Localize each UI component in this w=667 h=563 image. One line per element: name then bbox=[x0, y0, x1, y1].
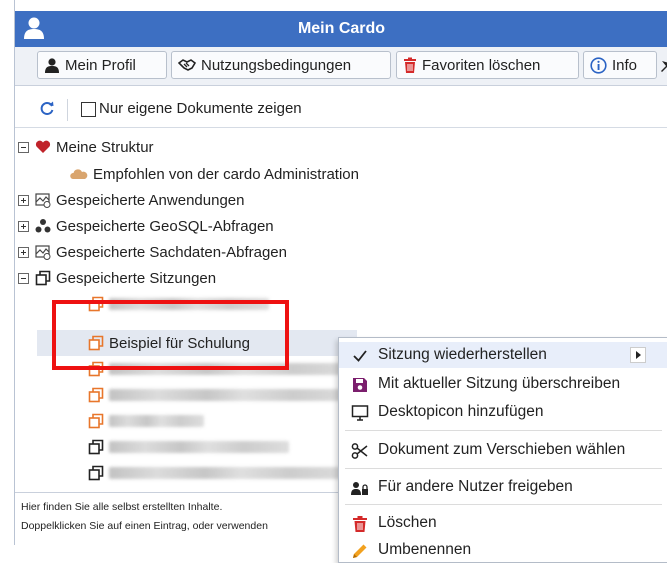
redacted-label bbox=[109, 441, 289, 453]
info-icon bbox=[590, 56, 607, 74]
redacted-label bbox=[109, 389, 354, 401]
tree-node-sitzungen[interactable]: Gespeicherte Sitzungen bbox=[18, 265, 216, 291]
expand-toggle[interactable] bbox=[18, 246, 29, 258]
monitor-icon bbox=[351, 405, 369, 421]
tree-label: Empfohlen von der cardo Administration bbox=[93, 165, 359, 183]
checkmark-icon bbox=[353, 350, 367, 362]
terms-label: Nutzungsbedingungen bbox=[201, 56, 352, 74]
pin-icon[interactable] bbox=[660, 59, 667, 73]
collapse-toggle[interactable] bbox=[18, 272, 29, 284]
menu-label: Mit aktueller Sitzung überschreiben bbox=[378, 375, 621, 392]
session-item-redacted[interactable] bbox=[88, 434, 289, 460]
menu-label: Desktopicon hinzufügen bbox=[378, 403, 544, 420]
session-item-redacted[interactable] bbox=[88, 460, 349, 486]
refresh-icon[interactable] bbox=[39, 100, 55, 116]
tree-node-geosql[interactable]: Gespeicherte GeoSQL-Abfragen bbox=[18, 213, 274, 239]
session-icon bbox=[88, 465, 104, 481]
terms-button[interactable]: Nutzungsbedingungen bbox=[171, 51, 391, 79]
scissors-icon bbox=[351, 443, 368, 459]
menu-item-restore-session[interactable]: Sitzung wiederherstellen bbox=[339, 342, 667, 368]
session-item-redacted[interactable] bbox=[88, 408, 204, 434]
window-title: Mein Cardo bbox=[297, 20, 386, 37]
menu-label: Löschen bbox=[378, 514, 437, 531]
collapse-toggle[interactable] bbox=[18, 141, 29, 153]
session-icon bbox=[35, 270, 51, 286]
my-profile-button[interactable]: Mein Profil bbox=[37, 51, 167, 79]
session-icon bbox=[88, 439, 104, 455]
map-icon bbox=[35, 193, 51, 208]
tree-label: Meine Struktur bbox=[56, 138, 154, 156]
cloud-icon bbox=[70, 169, 88, 179]
handshake-icon bbox=[178, 59, 196, 71]
tree-node-anwendungen[interactable]: Gespeicherte Anwendungen bbox=[18, 187, 244, 213]
menu-label: Dokument zum Verschieben wählen bbox=[378, 441, 626, 458]
menu-separator bbox=[345, 504, 662, 505]
status-line-1: Hier finden Sie alle selbst erstellten I… bbox=[21, 501, 223, 513]
tree-label: Gespeicherte Sitzungen bbox=[56, 269, 217, 287]
menu-item-share[interactable]: Für andere Nutzer freigeben bbox=[339, 474, 667, 500]
menu-label: Umbenennen bbox=[378, 541, 472, 558]
tree-node-meine-struktur[interactable]: Meine Struktur bbox=[18, 134, 154, 160]
only-own-documents-checkbox[interactable] bbox=[81, 102, 96, 117]
menu-separator bbox=[345, 468, 662, 469]
session-icon bbox=[88, 387, 104, 403]
tree-node-sachdaten[interactable]: Gespeicherte Sachdaten-Abfragen bbox=[18, 239, 287, 265]
my-profile-label: Mein Profil bbox=[65, 56, 136, 74]
pencil-icon bbox=[353, 544, 367, 558]
info-button[interactable]: Info bbox=[583, 51, 657, 79]
toolbar: Mein Profil Nutzungsbedingungen Favorite… bbox=[15, 47, 667, 86]
clear-favorites-label: Favoriten löschen bbox=[422, 56, 541, 74]
toolbar-divider bbox=[67, 99, 68, 121]
context-menu: Sitzung wiederherstellen Mit aktueller S… bbox=[338, 337, 667, 563]
trash-icon bbox=[353, 516, 367, 532]
save-icon bbox=[353, 378, 367, 392]
filter-row: Nur eigene Dokumente zeigen bbox=[15, 93, 667, 127]
expand-toggle[interactable] bbox=[18, 220, 29, 232]
status-line-2: Doppelklicken Sie auf einen Eintrag, ode… bbox=[21, 520, 268, 532]
heart-icon bbox=[35, 140, 51, 153]
highlight-annotation-box bbox=[52, 300, 289, 370]
expand-toggle[interactable] bbox=[18, 194, 29, 206]
redacted-label bbox=[109, 467, 349, 479]
menu-item-overwrite[interactable]: Mit aktueller Sitzung überschreiben bbox=[339, 371, 667, 397]
menu-item-rename[interactable]: Umbenennen bbox=[339, 537, 667, 563]
tree-label: Gespeicherte GeoSQL-Abfragen bbox=[56, 217, 274, 235]
menu-separator bbox=[345, 430, 662, 431]
menu-item-delete[interactable]: Löschen bbox=[339, 510, 667, 536]
redacted-label bbox=[109, 415, 204, 427]
clear-favorites-button[interactable]: Favoriten löschen bbox=[396, 51, 579, 79]
menu-label: Für andere Nutzer freigeben bbox=[378, 478, 573, 495]
submenu-arrow-icon[interactable] bbox=[630, 347, 646, 363]
network-icon bbox=[35, 219, 51, 233]
menu-item-move-document[interactable]: Dokument zum Verschieben wählen bbox=[339, 437, 667, 463]
session-item-redacted[interactable] bbox=[88, 382, 354, 408]
tree-label: Gespeicherte Sachdaten-Abfragen bbox=[56, 243, 287, 261]
title-bar: Mein Cardo bbox=[15, 11, 667, 47]
session-icon bbox=[88, 413, 104, 429]
menu-label: Sitzung wiederherstellen bbox=[378, 346, 547, 363]
trash-icon bbox=[404, 57, 416, 73]
info-label: Info bbox=[612, 56, 638, 74]
map-icon bbox=[35, 245, 51, 260]
user-icon bbox=[45, 58, 59, 73]
menu-item-desktop-icon[interactable]: Desktopicon hinzufügen bbox=[339, 399, 667, 425]
tree-node-empfohlen[interactable]: Empfohlen von der cardo Administration bbox=[70, 161, 359, 187]
only-own-documents-label: Nur eigene Dokumente zeigen bbox=[99, 100, 302, 117]
users-lock-icon bbox=[351, 482, 368, 495]
status-hint: Hier finden Sie alle selbst erstellten I… bbox=[15, 492, 355, 546]
tree-label: Gespeicherte Anwendungen bbox=[56, 191, 245, 209]
